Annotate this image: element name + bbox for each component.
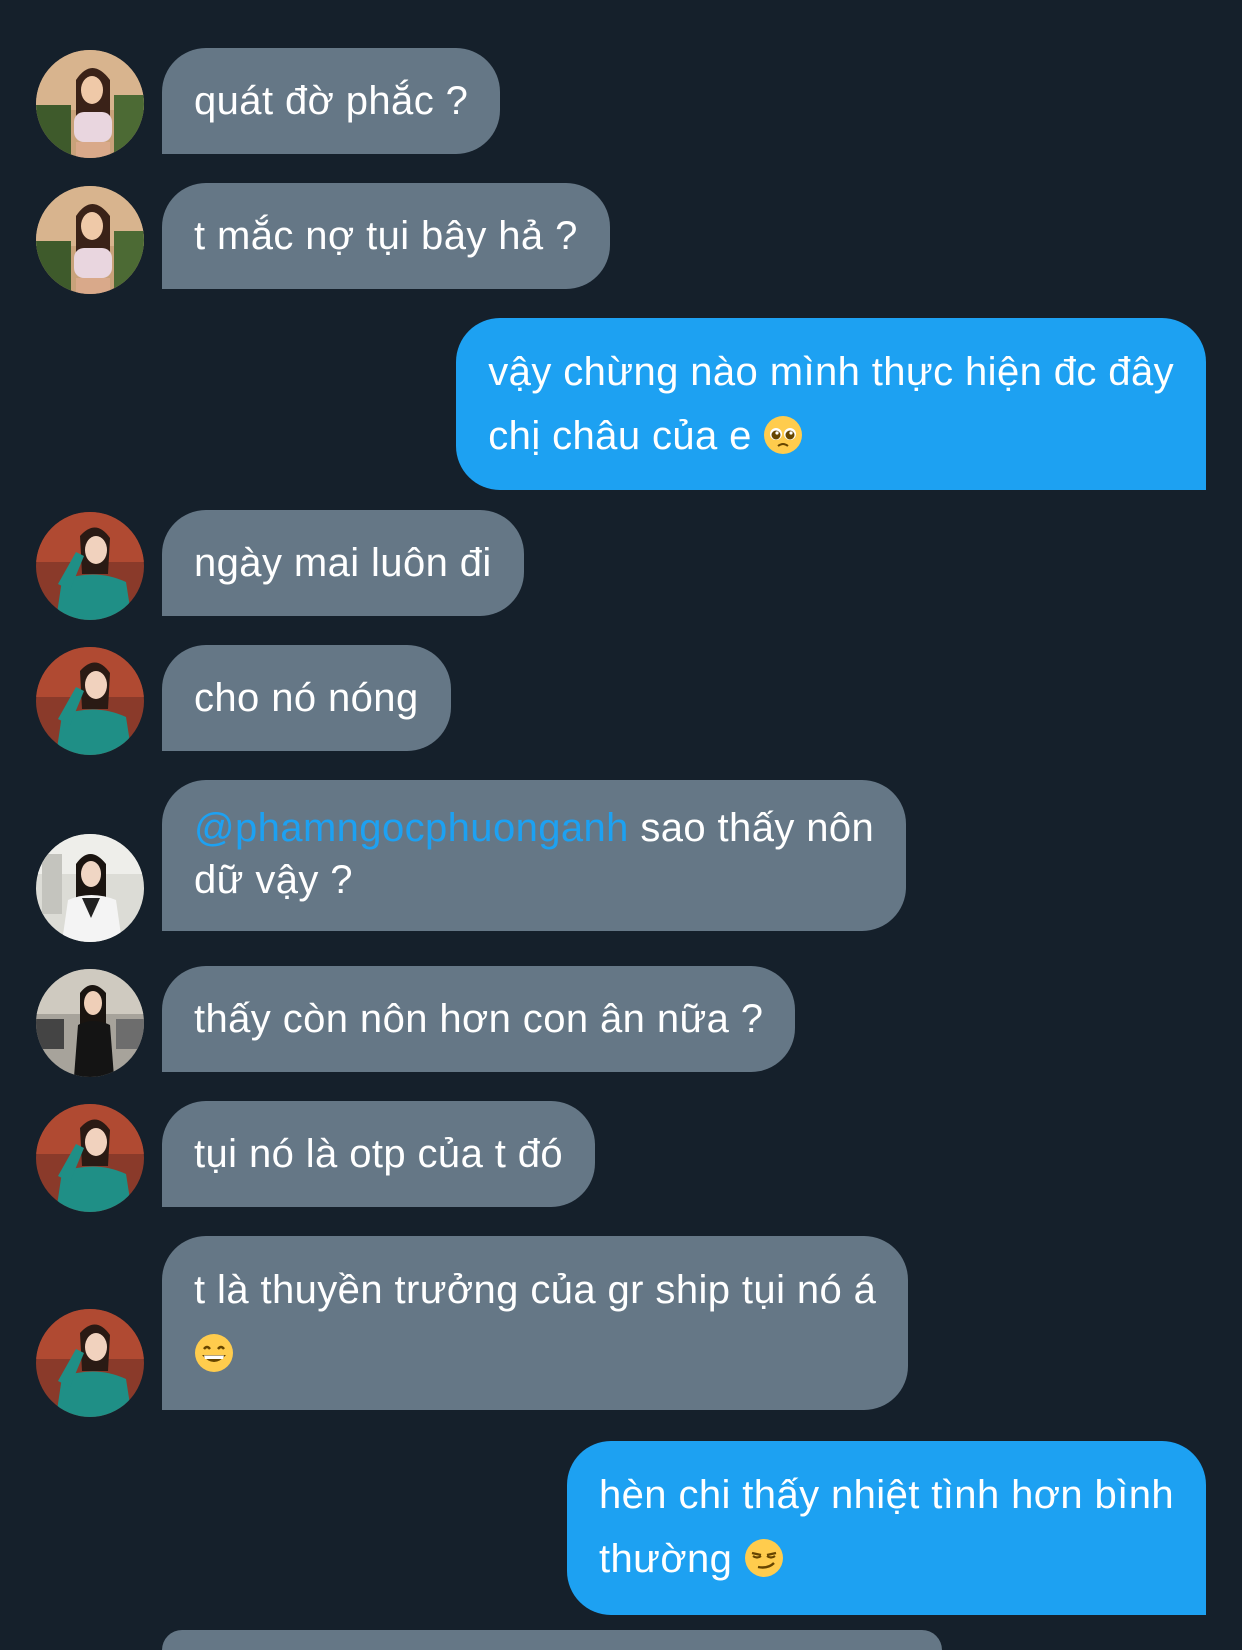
message-text: thấy còn nôn hơn con ân nữa ? (194, 997, 764, 1041)
user-photo-avatar-4 (36, 834, 144, 942)
message-text-line-2: dữ vậy ? (194, 858, 353, 902)
user-mention-link[interactable]: @phamngocphuonganh (194, 806, 629, 850)
user-photo-avatar-3 (36, 512, 144, 620)
message-text-line-1: sao thấy nôn (628, 806, 875, 850)
smirking-face-emoji (744, 1538, 784, 1578)
avatar[interactable] (36, 186, 144, 294)
message-text-line-2: chị châu của e (488, 414, 752, 458)
incoming-message-bubble[interactable]: @phamngocphuonganh sao thấy nôn dữ vậy ? (162, 780, 907, 931)
incoming-message-bubble[interactable]: cho nó nóng (162, 645, 451, 751)
user-photo-avatar-3 (36, 647, 144, 755)
message-text: quát đờ phắc ? (194, 79, 469, 123)
outgoing-message-bubble[interactable]: hèn chi thấy nhiệt tình hơn bình thường (567, 1441, 1206, 1615)
avatar[interactable] (36, 969, 144, 1077)
avatar[interactable] (36, 1104, 144, 1212)
message-thread: quát đờ phắc ? t mắc nợ tụi bây hả ? vậy… (0, 0, 1242, 1650)
user-photo-avatar-2 (36, 186, 144, 294)
incoming-message-bubble[interactable]: ngày mai luôn đi (162, 510, 524, 616)
avatar[interactable] (36, 512, 144, 620)
avatar[interactable] (36, 1309, 144, 1417)
incoming-message-bubble[interactable]: t là thuyền trưởng của gr ship tụi nó á (162, 1236, 909, 1410)
incoming-message-bubble[interactable]: quát đờ phắc ? (162, 48, 501, 154)
user-photo-avatar-3 (36, 1104, 144, 1212)
avatar[interactable] (36, 647, 144, 755)
pleading-face-emoji (763, 415, 803, 455)
avatar[interactable] (36, 834, 144, 942)
message-text: cho nó nóng (194, 676, 419, 720)
message-text: t mắc nợ tụi bây hả ? (194, 214, 578, 258)
user-photo-avatar-5 (36, 969, 144, 1077)
incoming-message-bubble[interactable]: t mắc nợ tụi bây hả ? (162, 183, 610, 289)
next-message-bubble-partial[interactable] (162, 1630, 942, 1650)
avatar[interactable] (36, 50, 144, 158)
message-text-line-1: t là thuyền trưởng của gr ship tụi nó á (194, 1268, 877, 1312)
outgoing-message-bubble[interactable]: vậy chừng nào mình thực hiện đc đây chị … (456, 318, 1206, 490)
message-text: tụi nó là otp của t đó (194, 1132, 564, 1176)
message-text-line-2: thường (599, 1537, 733, 1581)
message-text-line-1: hèn chi thấy nhiệt tình hơn bình (599, 1473, 1174, 1517)
user-photo-avatar-1 (36, 50, 144, 158)
message-text-line-1: vậy chừng nào mình thực hiện đc đây (488, 350, 1174, 394)
user-photo-avatar-3 (36, 1309, 144, 1417)
incoming-message-bubble[interactable]: thấy còn nôn hơn con ân nữa ? (162, 966, 796, 1072)
grinning-face-emoji (194, 1333, 234, 1373)
message-text: ngày mai luôn đi (194, 541, 492, 585)
incoming-message-bubble[interactable]: tụi nó là otp của t đó (162, 1101, 596, 1207)
